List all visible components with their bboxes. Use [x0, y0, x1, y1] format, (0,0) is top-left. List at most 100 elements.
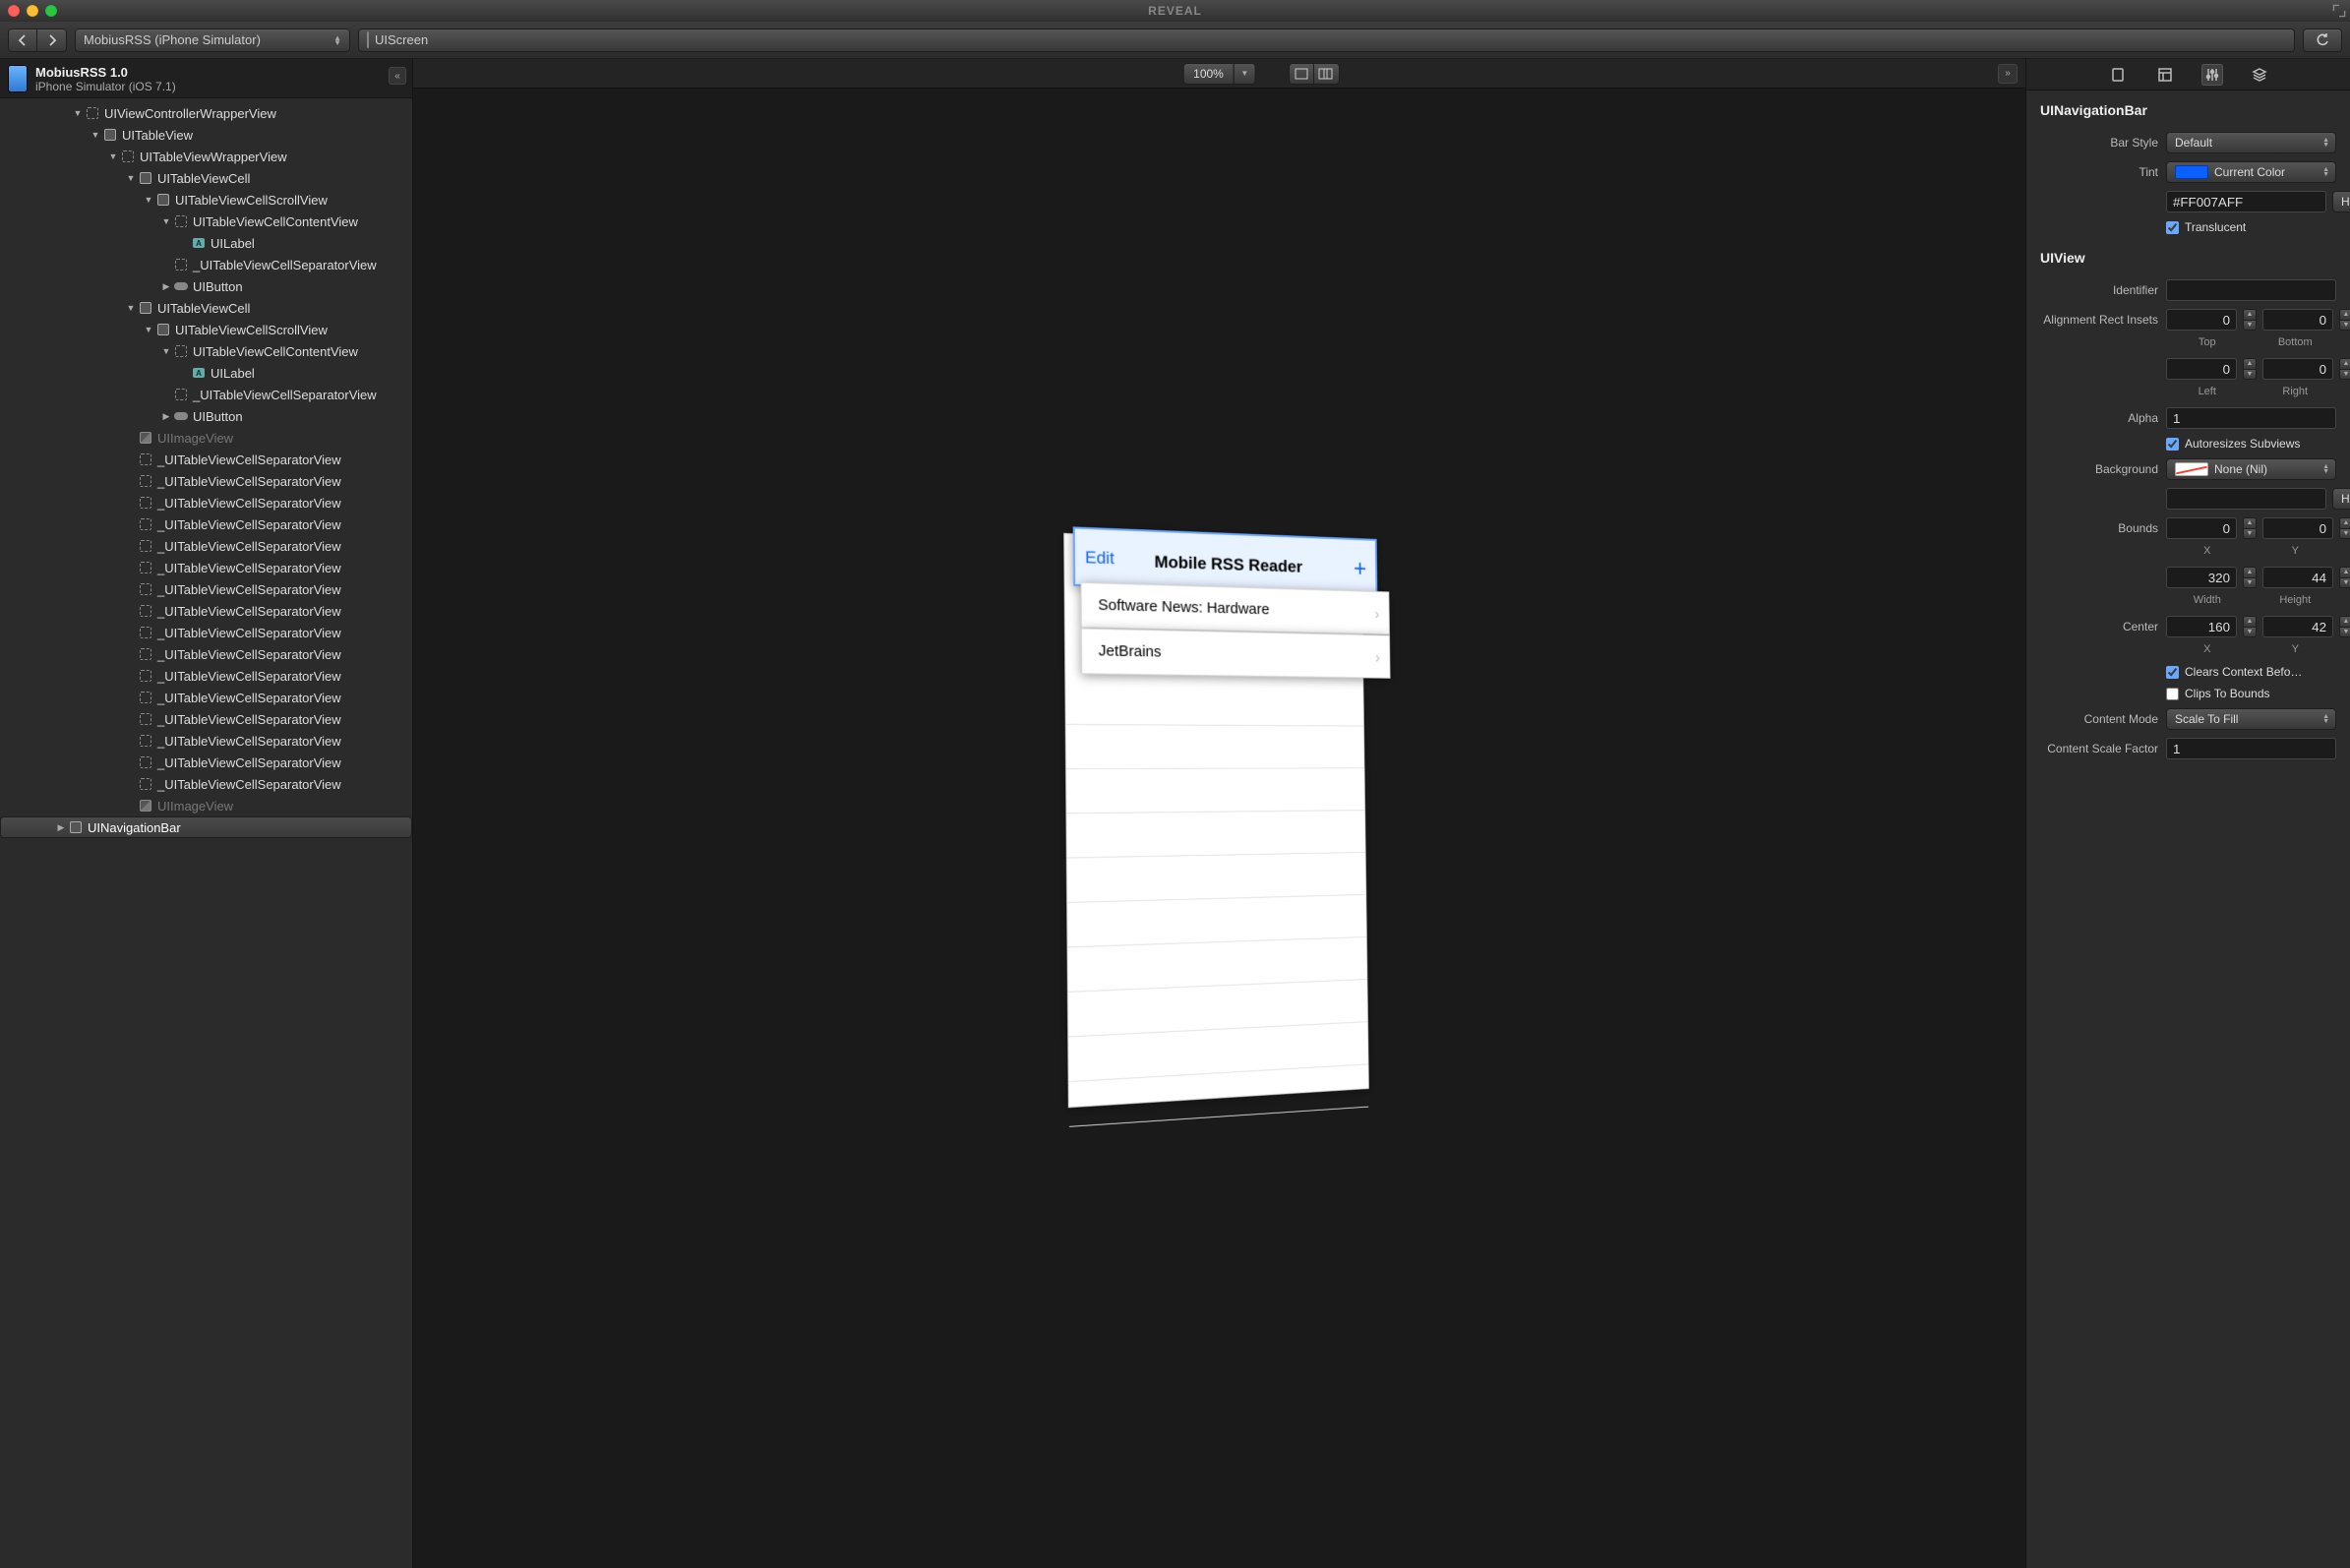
tree-row[interactable]: ▼UITableViewCellContentView — [0, 340, 412, 362]
tree-row[interactable]: _UITableViewCellSeparatorView — [0, 643, 412, 665]
canvas-3d-scene[interactable]: Edit Mobile RSS Reader + Software News: … — [413, 89, 2025, 1568]
disclosure-triangle-icon[interactable]: ▼ — [71, 108, 85, 118]
stepper[interactable]: ▲▼ — [2243, 358, 2257, 380]
center-x-field[interactable] — [2166, 616, 2237, 637]
stepper[interactable]: ▲▼ — [2243, 309, 2257, 331]
disclosure-triangle-icon[interactable]: ▼ — [142, 195, 155, 205]
tab-identity[interactable] — [2107, 64, 2129, 86]
stepper[interactable]: ▲▼ — [2243, 616, 2257, 637]
stepper[interactable]: ▲▼ — [2339, 567, 2350, 588]
tree-row[interactable]: ▼UITableViewWrapperView — [0, 146, 412, 167]
tree-row[interactable]: _UITableViewCellSeparatorView — [0, 773, 412, 795]
stepper[interactable]: ▲▼ — [2339, 358, 2350, 380]
tint-select[interactable]: Current Color ▲▼ — [2166, 161, 2336, 183]
expand-canvas-button[interactable]: » — [1998, 64, 2018, 84]
inset-bottom-field[interactable] — [2262, 309, 2333, 331]
disclosure-triangle-icon[interactable]: ▶ — [159, 411, 173, 422]
tree-row[interactable]: _UITableViewCellSeparatorView — [0, 513, 412, 535]
disclosure-triangle-icon[interactable]: ▼ — [159, 346, 173, 356]
tree-row[interactable]: _UITableViewCellSeparatorView — [0, 535, 412, 557]
tree-row[interactable]: _UITableViewCellSeparatorView — [0, 578, 412, 600]
tree-row[interactable]: _UITableViewCellSeparatorView — [0, 384, 412, 405]
background-hex-field[interactable] — [2166, 488, 2326, 510]
disclosure-triangle-icon[interactable]: ▶ — [54, 822, 68, 833]
tab-attributes[interactable] — [2201, 64, 2223, 86]
tree-row[interactable]: _UITableViewCellSeparatorView — [0, 492, 412, 513]
scale-factor-field[interactable] — [2166, 738, 2336, 759]
tab-layout[interactable] — [2154, 64, 2176, 86]
tree-row[interactable]: ▼UITableViewCellScrollView — [0, 189, 412, 211]
center-y-field[interactable] — [2262, 616, 2333, 637]
close-window-button[interactable] — [8, 5, 20, 17]
bounds-y-field[interactable] — [2262, 517, 2333, 539]
inset-right-field[interactable] — [2262, 358, 2333, 380]
tree-row[interactable]: _UITableViewCellSeparatorView — [0, 449, 412, 470]
fullscreen-icon[interactable] — [2332, 4, 2346, 18]
tree-row[interactable]: ▼UITableViewCell — [0, 167, 412, 189]
alpha-field[interactable] — [2166, 407, 2336, 429]
minimize-window-button[interactable] — [27, 5, 38, 17]
breadcrumb-bar[interactable]: UIScreen — [358, 29, 2295, 52]
tree-row[interactable]: _UITableViewCellSeparatorView — [0, 557, 412, 578]
tree-row[interactable]: ▶UIButton — [0, 275, 412, 297]
stepper[interactable]: ▲▼ — [2243, 567, 2257, 588]
collapse-sidebar-button[interactable]: « — [389, 67, 406, 85]
clears-context-checkbox[interactable]: Clears Context Befo… — [2166, 665, 2302, 679]
back-button[interactable] — [8, 29, 37, 52]
tree-row[interactable]: _UITableViewCellSeparatorView — [0, 665, 412, 687]
tree-row[interactable]: _UITableViewCellSeparatorView — [0, 708, 412, 730]
tree-row[interactable]: AUILabel — [0, 362, 412, 384]
disclosure-triangle-icon[interactable]: ▼ — [142, 325, 155, 334]
inset-top-field[interactable] — [2166, 309, 2237, 331]
bounds-w-field[interactable] — [2166, 567, 2237, 588]
tree-row[interactable]: _UITableViewCellSeparatorView — [0, 600, 412, 622]
stepper[interactable]: ▲▼ — [2339, 517, 2350, 539]
tint-hex-field[interactable] — [2166, 191, 2326, 212]
disclosure-triangle-icon[interactable]: ▼ — [124, 303, 138, 313]
tree-row[interactable]: _UITableViewCellSeparatorView — [0, 254, 412, 275]
stepper[interactable]: ▲▼ — [2339, 309, 2350, 331]
autoresize-checkbox[interactable]: Autoresizes Subviews — [2166, 437, 2300, 451]
tree-row[interactable]: _UITableViewCellSeparatorView — [0, 730, 412, 752]
zoom-control[interactable]: 100% ▼ — [1182, 63, 1256, 85]
stepper[interactable]: ▲▼ — [2243, 517, 2257, 539]
translucent-checkbox[interactable]: Translucent — [2166, 220, 2246, 234]
color-format-select[interactable]: Hex ▲▼ — [2332, 191, 2350, 212]
clips-bounds-checkbox[interactable]: Clips To Bounds — [2166, 687, 2270, 700]
bounds-x-field[interactable] — [2166, 517, 2237, 539]
tree-row[interactable]: ▼UIViewControllerWrapperView — [0, 102, 412, 124]
zoom-window-button[interactable] — [45, 5, 57, 17]
tree-row[interactable]: _UITableViewCellSeparatorView — [0, 622, 412, 643]
forward-button[interactable] — [37, 29, 67, 52]
inset-left-field[interactable] — [2166, 358, 2237, 380]
table-cell-layer[interactable]: JetBrains › — [1080, 628, 1390, 678]
table-cell-layer[interactable]: Software News: Hardware › — [1080, 582, 1389, 635]
bounds-h-field[interactable] — [2262, 567, 2333, 588]
tree-row[interactable]: ▼UITableView — [0, 124, 412, 146]
stepper[interactable]: ▲▼ — [2339, 616, 2350, 637]
color-format-select[interactable]: Hex ▲▼ — [2332, 488, 2350, 510]
target-select[interactable]: MobiusRSS (iPhone Simulator) ▲▼ — [75, 29, 350, 52]
tree-row[interactable]: AUILabel — [0, 232, 412, 254]
tree-row[interactable]: ▶UINavigationBar — [0, 816, 412, 838]
disclosure-triangle-icon[interactable]: ▼ — [159, 216, 173, 226]
tab-layers[interactable] — [2249, 64, 2270, 86]
tree-row[interactable]: ▼UITableViewCellScrollView — [0, 319, 412, 340]
hierarchy-tree[interactable]: ▼UIViewControllerWrapperView▼UITableView… — [0, 98, 412, 1568]
tree-row[interactable]: ▶UIButton — [0, 405, 412, 427]
tree-row[interactable]: UIImageView — [0, 795, 412, 816]
bar-style-select[interactable]: Default ▲▼ — [2166, 132, 2336, 153]
tree-row[interactable]: ▼UITableViewCell — [0, 297, 412, 319]
content-mode-select[interactable]: Scale To Fill ▲▼ — [2166, 708, 2336, 730]
tree-row[interactable]: _UITableViewCellSeparatorView — [0, 470, 412, 492]
disclosure-triangle-icon[interactable]: ▼ — [124, 173, 138, 183]
tree-row[interactable]: ▼UITableViewCellContentView — [0, 211, 412, 232]
mode-3d-button[interactable] — [1314, 63, 1340, 85]
disclosure-triangle-icon[interactable]: ▼ — [89, 130, 102, 140]
refresh-button[interactable] — [2303, 29, 2342, 52]
mode-2d-button[interactable] — [1289, 63, 1314, 85]
identifier-field[interactable] — [2166, 279, 2336, 301]
tree-row[interactable]: _UITableViewCellSeparatorView — [0, 752, 412, 773]
disclosure-triangle-icon[interactable]: ▶ — [159, 281, 173, 292]
tree-row[interactable]: UIImageView — [0, 427, 412, 449]
